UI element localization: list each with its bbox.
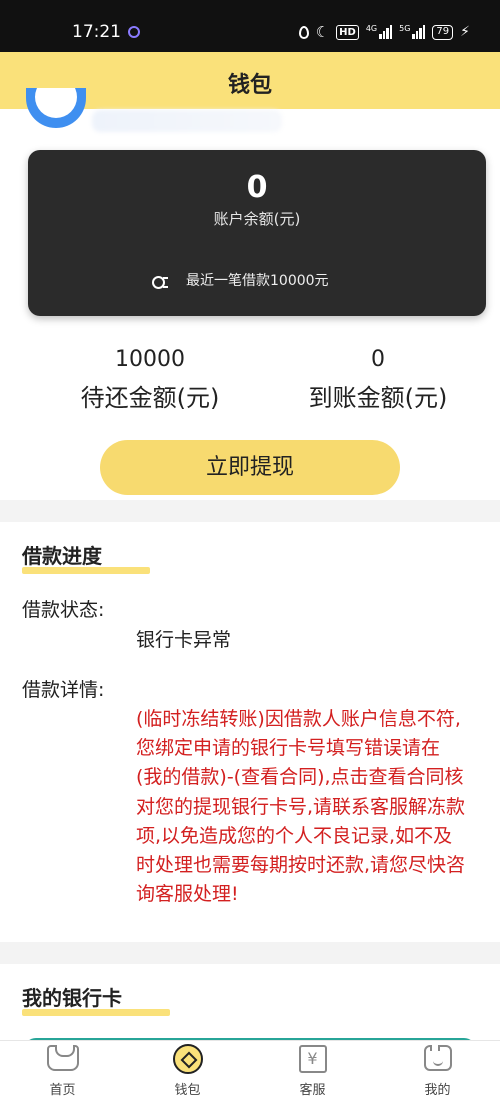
home-icon [46, 1045, 79, 1071]
received-value: 0 [371, 347, 385, 372]
status-icons: ☾ HD 4G 5G 79 ⚡ [298, 21, 470, 43]
bank-card-title: 我的银行卡 [22, 986, 122, 1010]
mine-icon [423, 1045, 452, 1071]
balance-caption: 账户余额(元) [213, 210, 301, 228]
tab-wallet[interactable]: 钱包 [125, 1041, 250, 1111]
tab-mine[interactable]: 我的 [375, 1041, 500, 1111]
pending-repay-label: 待还金额(元) [80, 384, 220, 412]
section-divider [0, 500, 500, 522]
section-divider-2 [0, 942, 500, 964]
hd-icon: HD [336, 24, 359, 40]
tab-service[interactable]: ¥ 客服 [250, 1041, 375, 1111]
loan-progress-underline [22, 567, 150, 574]
tab-label-mine: 我的 [424, 1083, 451, 1098]
network-label-1: 4G [365, 24, 378, 33]
avatar[interactable] [26, 88, 86, 128]
received-stat: 0 到账金额(元) [298, 347, 458, 413]
status-time: 17:21 [72, 22, 121, 42]
withdraw-button[interactable]: 立即提现 [100, 440, 400, 495]
battery-level: 79 [436, 26, 450, 37]
pending-repay-stat: 10000 待还金额(元) [70, 347, 230, 413]
coin-icon [152, 274, 168, 289]
recent-loan-row: 最近一笔借款10000元 [152, 270, 329, 290]
battery-icon: 79 [432, 24, 454, 40]
received-label: 到账金额(元) [308, 384, 448, 412]
recent-loan-text: 最近一笔借款10000元 [186, 273, 329, 289]
loan-progress-title: 借款进度 [22, 544, 102, 568]
drop-icon [298, 25, 309, 39]
bottom-tab-bar: 首页 钱包 ¥ 客服 我的 [0, 1040, 500, 1111]
tab-home[interactable]: 首页 [0, 1041, 125, 1111]
charging-icon: ⚡ [460, 24, 470, 40]
app-notification-icon [128, 26, 140, 38]
tab-label-wallet: 钱包 [174, 1083, 201, 1098]
service-icon: ¥ [298, 1045, 327, 1073]
tab-label-home: 首页 [49, 1083, 76, 1098]
status-bar: 17:21 ☾ HD 4G 5G 79 ⚡ [0, 0, 500, 52]
bank-card-underline [22, 1009, 170, 1016]
moon-icon: ☾ [315, 22, 330, 41]
balance-amount: 0 [246, 170, 268, 205]
loan-status-label: 借款状态: [22, 599, 105, 621]
loan-status-value: 银行卡异常 [136, 629, 232, 651]
pending-repay-value: 10000 [115, 347, 185, 372]
loan-details-text: (临时冻结转账)因借款人账户信息不符,您绑定申请的银行卡号填写错误请在(我的借款… [136, 708, 466, 906]
signal-icon-1: 4G [365, 24, 393, 39]
balance-card: 0 账户余额(元) 最近一笔借款10000元 [28, 150, 486, 316]
tab-label-service: 客服 [299, 1083, 326, 1098]
user-name-blurred [92, 110, 282, 132]
network-label-2: 5G [399, 24, 411, 33]
signal-icon-2: 5G [399, 24, 426, 39]
wallet-icon [172, 1044, 203, 1074]
loan-details-label: 借款详情: [22, 679, 105, 701]
